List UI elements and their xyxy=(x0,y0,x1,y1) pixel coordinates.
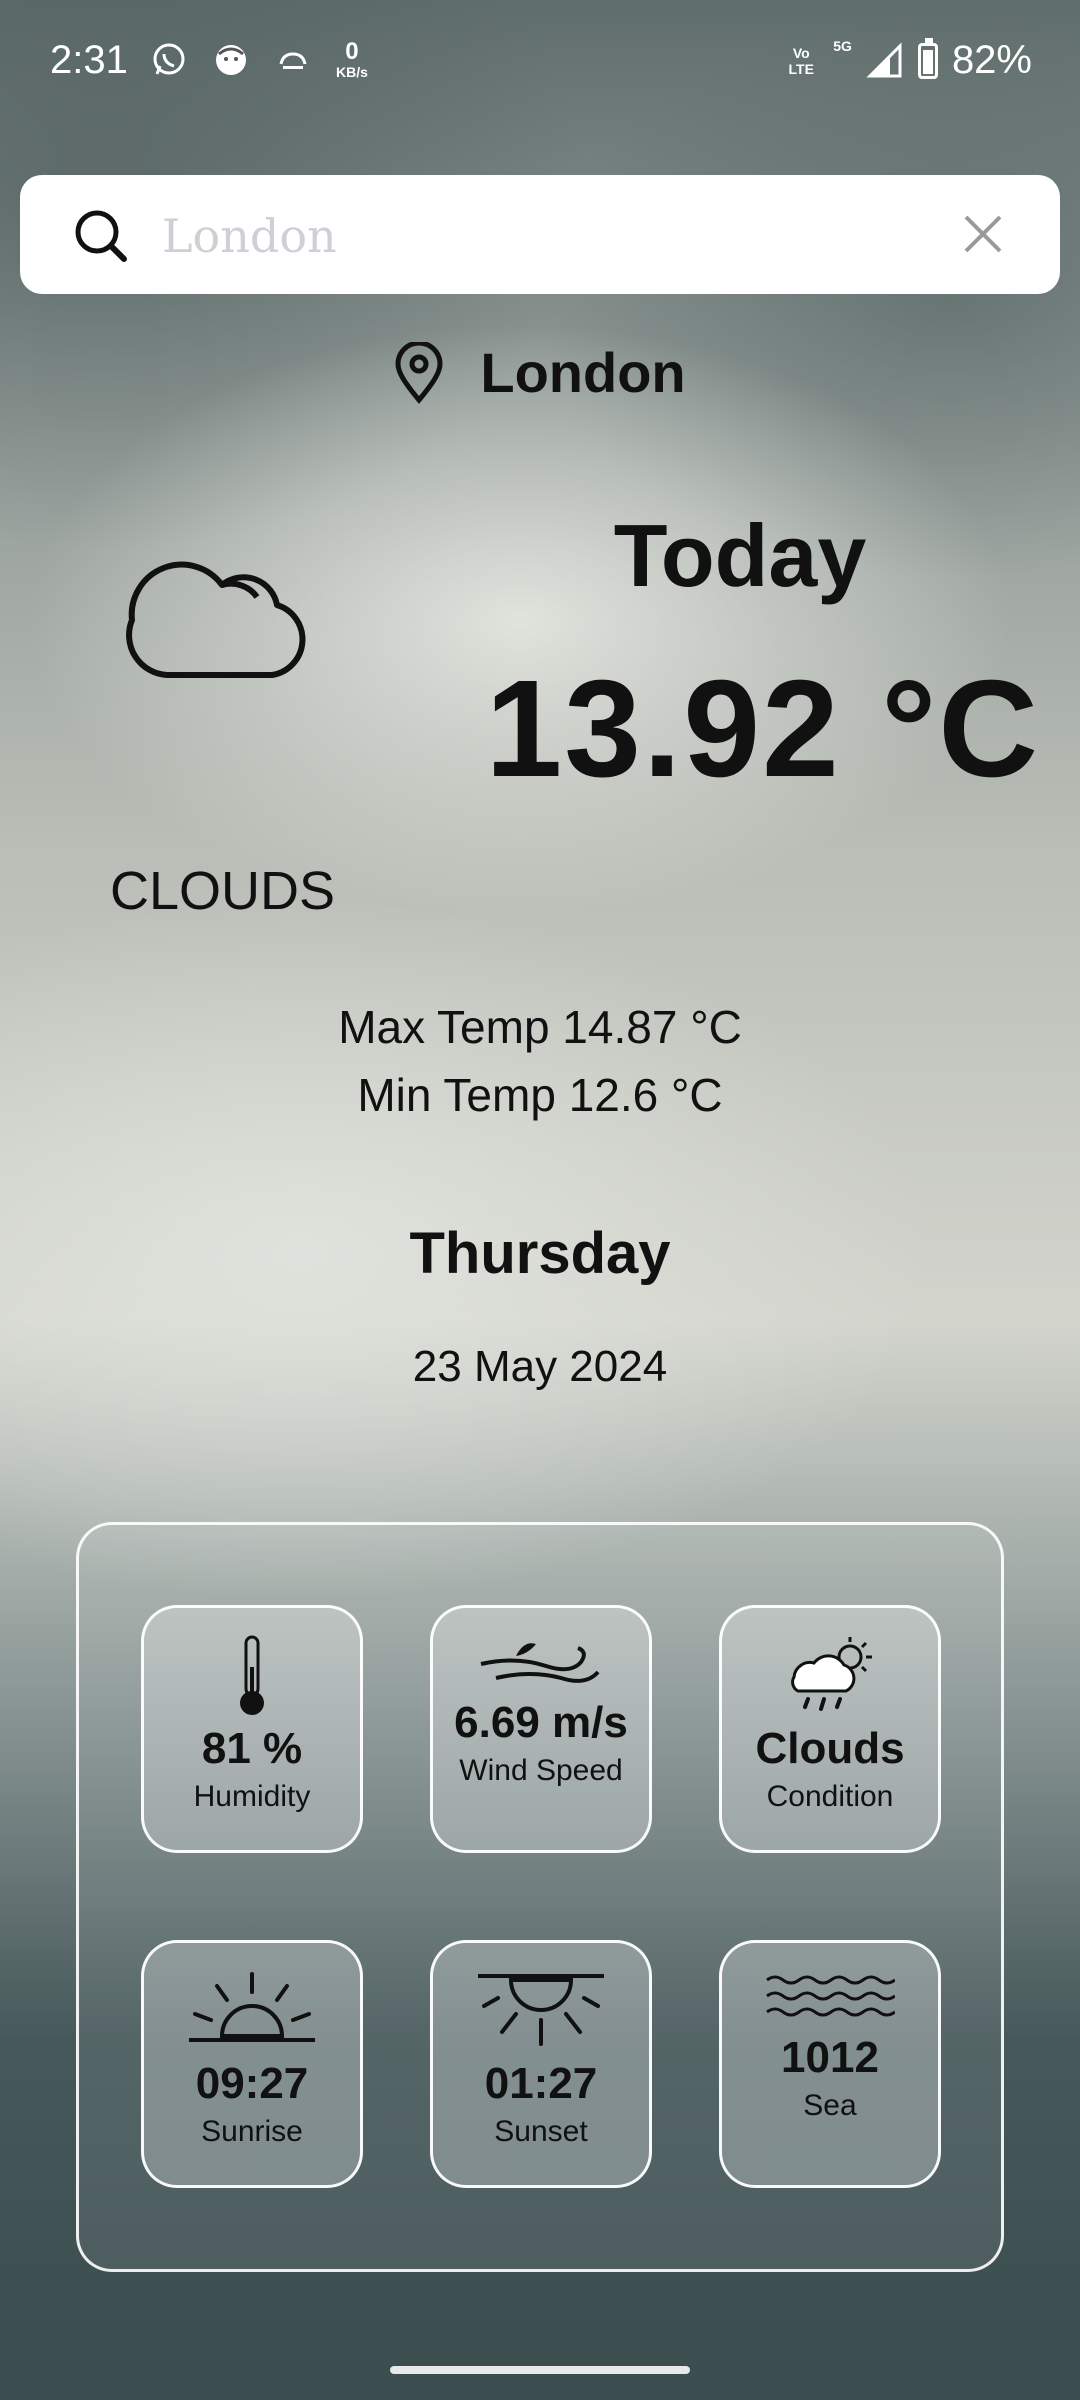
whatsapp-icon xyxy=(150,41,188,79)
humidity-card: 81 % Humidity xyxy=(141,1605,363,1853)
net-speed-indicator: 0 KB/s xyxy=(336,38,368,81)
sunrise-card: 09:27 Sunrise xyxy=(141,1940,363,2188)
sunrise-label: Sunrise xyxy=(201,2115,303,2148)
cloud-app-icon xyxy=(274,41,312,79)
network-type: 5G xyxy=(833,38,852,54)
sunrise-icon xyxy=(189,1972,315,2042)
wind-speed-card: 6.69 m/s Wind Speed xyxy=(430,1605,652,1853)
details-panel: 81 % Humidity 6.69 m/s Wind Speed Clouds… xyxy=(76,1522,1004,2272)
net-speed-value: 0 xyxy=(345,38,359,65)
current-temperature: 13.92 °C xyxy=(485,652,1040,806)
battery-icon xyxy=(917,37,938,79)
city-name: London xyxy=(480,341,686,404)
location-row: London xyxy=(0,340,1080,405)
notification-icons: 0 KB/s xyxy=(150,40,368,80)
condition-label: Condition xyxy=(766,1780,894,1813)
condition-card: Clouds Condition xyxy=(719,1605,941,1853)
home-indicator[interactable] xyxy=(390,2366,690,2374)
search-bar xyxy=(20,175,1060,294)
search-icon[interactable] xyxy=(70,205,130,265)
wind-speed-label: Wind Speed xyxy=(459,1754,623,1787)
humidity-label: Humidity xyxy=(193,1780,311,1813)
sea-level-label: Sea xyxy=(803,2089,857,2122)
sunset-icon xyxy=(478,1974,604,2046)
app-face-icon xyxy=(212,41,250,79)
system-icons: Vo LTE 5G 82% xyxy=(783,37,1032,83)
cloud-icon xyxy=(126,561,306,678)
location-pin-icon xyxy=(395,341,443,404)
search-input[interactable] xyxy=(160,197,944,274)
sea-level-value: 1012 xyxy=(781,2033,879,2082)
sunset-label: Sunset xyxy=(494,2115,588,2148)
battery-percent: 82% xyxy=(951,38,1032,82)
status-time: 2:31 xyxy=(50,38,128,82)
thermometer-icon xyxy=(240,1635,264,1715)
wind-icon xyxy=(480,1643,600,1683)
condition-value: Clouds xyxy=(755,1724,905,1773)
net-speed-unit: KB/s xyxy=(336,64,368,80)
min-temp: Min Temp 12.6 °C xyxy=(357,1069,723,1121)
close-icon[interactable] xyxy=(954,205,1012,263)
sunrise-value: 09:27 xyxy=(195,2059,309,2108)
sunset-card: 01:27 Sunset xyxy=(430,1940,652,2188)
date: 23 May 2024 xyxy=(412,1342,668,1391)
volte-indicator: Vo LTE xyxy=(788,44,814,77)
weather-condition: CLOUDS xyxy=(110,861,336,921)
waves-icon xyxy=(766,1975,895,2017)
sea-level-card: 1012 Sea xyxy=(719,1940,941,2188)
sunset-value: 01:27 xyxy=(484,2059,598,2108)
status-bar: 2:31 0 KB/s Vo LTE 5G 82% xyxy=(0,0,1080,125)
today-label: Today xyxy=(613,506,867,605)
weekday: Thursday xyxy=(409,1221,671,1286)
signal-icon xyxy=(866,41,902,77)
max-temp: Max Temp 14.87 °C xyxy=(338,1001,742,1053)
humidity-value: 81 % xyxy=(201,1724,303,1773)
cloud-sun-rain-icon xyxy=(791,1637,872,1711)
wind-speed-value: 6.69 m/s xyxy=(454,1698,628,1747)
